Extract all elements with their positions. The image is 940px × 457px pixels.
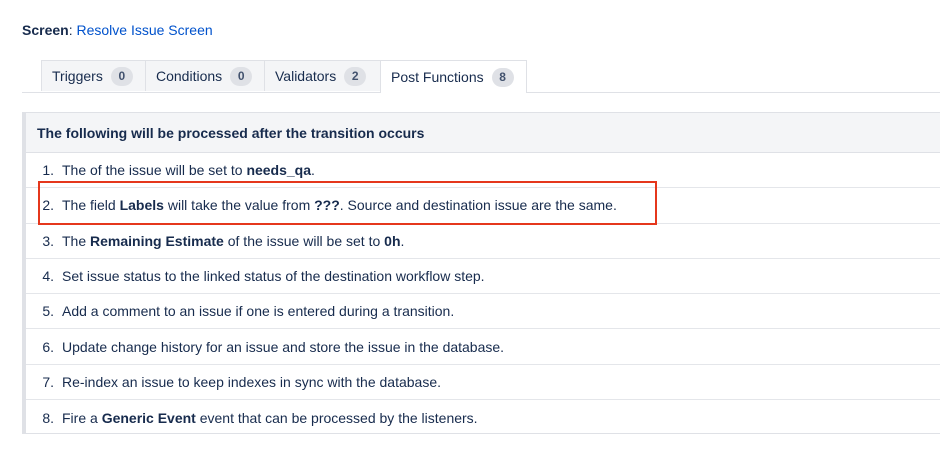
tab-count-badge: 0 <box>110 66 133 86</box>
tab-label: Validators <box>275 68 337 84</box>
item-text: Add a comment to an issue if one is ente… <box>62 303 455 320</box>
item-number: 2. <box>42 197 54 214</box>
list-item: 6. Update change history for an issue an… <box>26 329 940 365</box>
tab-post-functions[interactable]: Post Functions 8 <box>380 60 527 93</box>
list-item: 8. Fire a Generic Event event that can b… <box>26 400 940 435</box>
item-text: The field Labels will take the value fro… <box>62 197 617 214</box>
item-number: 1. <box>42 162 54 179</box>
item-text: Update change history for an issue and s… <box>62 338 505 355</box>
item-text: Set issue status to the linked status of… <box>62 268 485 285</box>
post-functions-panel: The following will be processed after th… <box>22 112 940 434</box>
post-function-list: 1. The of the issue will be set to needs… <box>26 153 940 435</box>
screen-label: Screen <box>22 22 69 38</box>
list-item: 5. Add a comment to an issue if one is e… <box>26 294 940 330</box>
item-number: 5. <box>42 303 54 320</box>
list-item: 3. The Remaining Estimate of the issue w… <box>26 224 940 259</box>
tab-conditions[interactable]: Conditions 0 <box>145 60 265 91</box>
tab-count-badge: 0 <box>230 66 253 86</box>
tab-validators[interactable]: Validators 2 <box>264 60 381 91</box>
item-number: 6. <box>42 338 54 355</box>
tab-label: Conditions <box>156 68 223 84</box>
tab-triggers[interactable]: Triggers 0 <box>41 60 146 91</box>
item-text: Fire a Generic Event event that can be p… <box>62 409 478 426</box>
list-item: 1. The of the issue will be set to needs… <box>26 153 940 189</box>
item-text: The Remaining Estimate of the issue will… <box>62 232 405 249</box>
item-number: 3. <box>42 232 54 249</box>
list-item: 4. Set issue status to the linked status… <box>26 259 940 295</box>
list-item: 7. Re-index an issue to keep indexes in … <box>26 365 940 401</box>
item-text: Re-index an issue to keep indexes in syn… <box>62 373 442 390</box>
tab-count-badge: 8 <box>491 67 514 87</box>
tab-label: Triggers <box>52 68 103 84</box>
panel-header: The following will be processed after th… <box>26 113 940 153</box>
screen-line: Screen: Resolve Issue Screen <box>22 22 213 38</box>
item-number: 8. <box>42 409 54 426</box>
list-item: 2. The field Labels will take the value … <box>26 188 940 224</box>
item-number: 4. <box>42 268 54 285</box>
tab-count-badge: 2 <box>344 66 367 86</box>
tab-label: Post Functions <box>391 69 484 85</box>
transition-tabs: Triggers 0 Conditions 0 Validators 2 Pos… <box>22 60 940 93</box>
item-text: The of the issue will be set to needs_qa… <box>62 162 315 179</box>
screen-link[interactable]: Resolve Issue Screen <box>76 22 212 38</box>
item-number: 7. <box>42 373 54 390</box>
